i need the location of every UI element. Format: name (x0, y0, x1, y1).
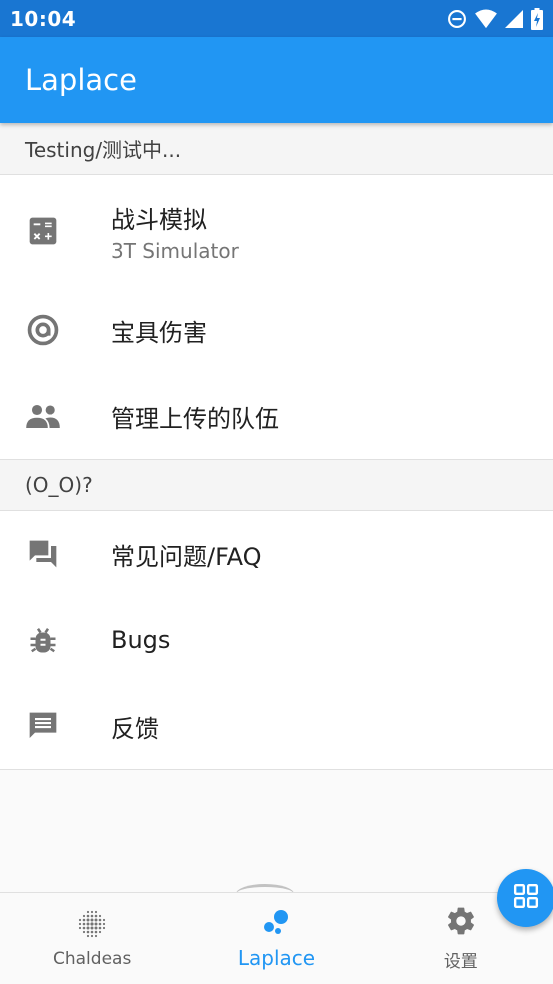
nav-item-chaldeas[interactable]: Chaldeas (0, 893, 184, 984)
nav-label: Laplace (237, 945, 316, 970)
list-item-feedback[interactable]: 反馈 (0, 683, 553, 769)
list-divider (0, 769, 553, 770)
testing-list: 战斗模拟 3T Simulator 宝具伤害 管理上传的队伍 (0, 175, 553, 459)
list-item-bugs[interactable]: Bugs (0, 597, 553, 683)
nav-label: 设置 (443, 952, 478, 972)
app-title: Laplace (25, 63, 137, 97)
list-item-battle-simulator[interactable]: 战斗模拟 3T Simulator (0, 175, 553, 287)
status-bar: 10:04 (0, 0, 553, 37)
calculator-icon (25, 213, 61, 249)
list-item-faq[interactable]: 常见问题/FAQ (0, 511, 553, 597)
wifi-icon (475, 8, 497, 29)
chaldeas-dots-icon (77, 909, 107, 943)
people-icon (25, 398, 61, 434)
nav-item-laplace[interactable]: Laplace (184, 893, 368, 984)
main-content: Testing/测试中... 战斗模拟 3T Simulator 宝具伤害 管理… (0, 123, 553, 770)
feedback-icon (25, 708, 61, 744)
list-item-np-damage[interactable]: 宝具伤害 (0, 287, 553, 373)
item-subtitle: 3T Simulator (111, 238, 239, 263)
battery-charging-icon (531, 7, 543, 30)
item-title: 管理上传的队伍 (111, 404, 279, 433)
app-bar: Laplace (0, 37, 553, 123)
item-title: Bugs (111, 626, 171, 654)
cell-signal-icon (505, 9, 523, 28)
bottom-navigation: Chaldeas Laplace 设置 (0, 892, 553, 984)
nav-label: Chaldeas (53, 948, 132, 969)
at-sign-icon (25, 312, 61, 348)
status-time: 10:04 (10, 6, 77, 31)
bug-icon (25, 622, 61, 658)
item-title: 反馈 (111, 714, 159, 743)
grid-apps-icon (513, 883, 539, 913)
forum-icon (25, 536, 61, 572)
laplace-bubbles-icon (261, 908, 291, 940)
gear-icon (445, 905, 477, 941)
status-icons (447, 7, 543, 30)
section-header-testing: Testing/测试中... (0, 123, 553, 175)
item-title: 常见问题/FAQ (111, 542, 262, 571)
list-item-manage-teams[interactable]: 管理上传的队伍 (0, 373, 553, 459)
section-header-misc: (O_O)? (0, 459, 553, 511)
apps-fab-button[interactable] (497, 869, 553, 927)
misc-list: 常见问题/FAQ Bugs 反馈 (0, 511, 553, 769)
item-title: 战斗模拟 (111, 205, 207, 234)
item-title: 宝具伤害 (111, 318, 207, 347)
do-not-disturb-icon (447, 9, 467, 29)
